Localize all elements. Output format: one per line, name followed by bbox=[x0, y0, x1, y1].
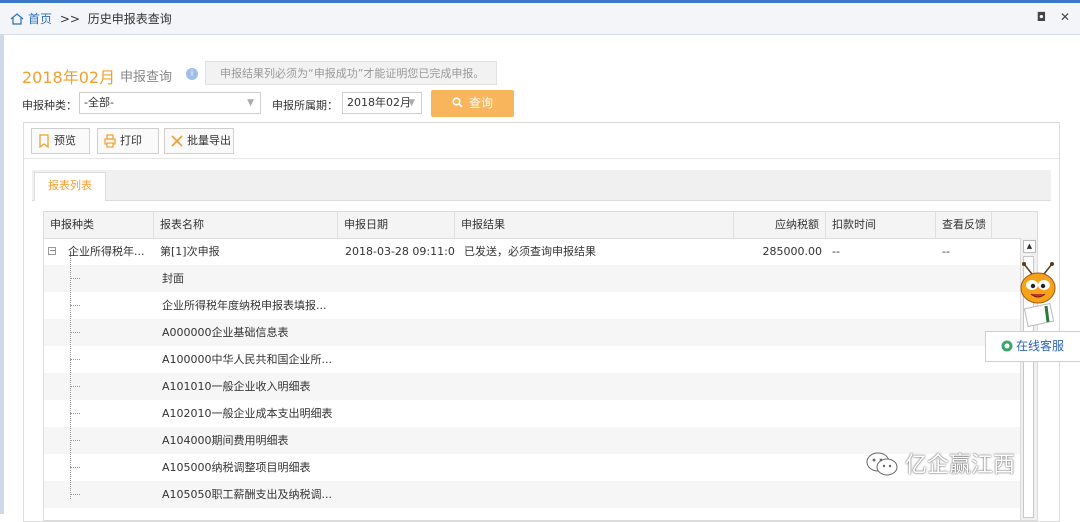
online-service-button[interactable]: 在线客服 bbox=[985, 331, 1080, 362]
table-header: 申报种类 报表名称 申报日期 申报结果 应纳税额 扣款时间 查看反馈 bbox=[44, 212, 1037, 239]
watermark: 亿企赢江西 bbox=[865, 450, 1015, 482]
filter-row: 申报种类： -全部- ▼ 申报所属期： 2018年02月 ▼ 查询 bbox=[22, 90, 1062, 117]
page-title: 申报查询 bbox=[120, 70, 173, 85]
table-row[interactable]: A101010一般企业收入明细表 bbox=[44, 373, 1021, 400]
tree-connector-line bbox=[70, 256, 71, 499]
tree-branch-line bbox=[70, 386, 80, 387]
info-icon[interactable]: i bbox=[186, 68, 198, 80]
table-row-parent[interactable]: − 企业所得税年... 第[1]次申报 2018-03-28 09:11:08 … bbox=[44, 238, 1021, 265]
tree-branch-line bbox=[70, 467, 80, 468]
column-header-type[interactable]: 申报种类 bbox=[44, 212, 154, 238]
chevron-down-icon: ▼ bbox=[408, 98, 415, 108]
batch-export-button[interactable]: 批量导出 bbox=[164, 128, 234, 154]
close-icon[interactable]: ✕ bbox=[1060, 10, 1070, 24]
cell-name: 企业所得税年度纳税申报表填报... bbox=[162, 299, 327, 312]
cell-name: A000000企业基础信息表 bbox=[162, 326, 289, 339]
breadcrumb-separator: >> bbox=[59, 12, 80, 26]
service-icon bbox=[1001, 340, 1013, 352]
preview-icon bbox=[39, 134, 49, 148]
tab-bar: 报表列表 bbox=[32, 170, 1051, 201]
declare-type-value: -全部- bbox=[84, 96, 114, 109]
period-label: 申报所属期： bbox=[272, 99, 338, 112]
breadcrumb-current: 历史申报表查询 bbox=[87, 12, 172, 26]
home-icon[interactable] bbox=[10, 13, 24, 25]
notice-tooltip: 申报结果列必须为“申报成功”才能证明您已完成申报。 bbox=[205, 61, 497, 85]
cell-deduct-time: -- bbox=[832, 245, 840, 258]
column-header-result[interactable]: 申报结果 bbox=[455, 212, 734, 238]
declare-type-select[interactable]: -全部- ▼ bbox=[79, 92, 261, 114]
tab-report-list[interactable]: 报表列表 bbox=[34, 172, 106, 201]
preview-button[interactable]: 预览 bbox=[31, 128, 90, 154]
cell-name: A105000纳税调整项目明细表 bbox=[162, 461, 311, 474]
query-button[interactable]: 查询 bbox=[431, 90, 514, 117]
mascot-ant-icon bbox=[1020, 262, 1056, 328]
cell-name: A102010一般企业成本支出明细表 bbox=[162, 407, 333, 420]
table-row[interactable]: A000000企业基础信息表 bbox=[44, 319, 1021, 346]
cell-date: 2018-03-28 09:11:08 bbox=[345, 245, 455, 258]
cell-name: A100000中华人民共和国企业所... bbox=[162, 353, 333, 366]
column-header-deduct-time[interactable]: 扣款时间 bbox=[826, 212, 936, 238]
period-value: 2018年02月 bbox=[347, 96, 411, 109]
page-period: 2018年02月 bbox=[22, 68, 116, 87]
declare-type-label: 申报种类： bbox=[22, 99, 77, 112]
cell-name: 第[1]次申报 bbox=[160, 245, 220, 258]
export-icon bbox=[171, 135, 183, 147]
search-icon bbox=[452, 97, 463, 108]
scroll-up-icon[interactable]: ▲ bbox=[1023, 240, 1036, 253]
toolbar-divider bbox=[24, 158, 1059, 159]
print-button-label: 打印 bbox=[120, 134, 142, 147]
chevron-down-icon: ▼ bbox=[247, 98, 254, 108]
query-button-label: 查询 bbox=[468, 96, 493, 110]
cell-name: A104000期间费用明细表 bbox=[162, 434, 289, 447]
tree-branch-line bbox=[70, 494, 80, 495]
cell-tax: 285000.00 bbox=[762, 245, 823, 258]
tree-branch-line bbox=[70, 413, 80, 414]
cell-feedback: -- bbox=[942, 245, 950, 258]
top-accent-strip bbox=[0, 0, 1080, 3]
cell-name: A101010一般企业收入明细表 bbox=[162, 380, 311, 393]
tree-branch-line bbox=[70, 332, 80, 333]
online-service-label: 在线客服 bbox=[1016, 339, 1065, 353]
collapse-icon[interactable]: − bbox=[48, 247, 56, 255]
watermark-text: 亿企赢江西 bbox=[905, 453, 1016, 478]
breadcrumb-bar: 首页 >> 历史申报表查询 ◘ ✕ bbox=[0, 0, 1080, 35]
window-controls: ◘ ✕ bbox=[1027, 10, 1070, 24]
wechat-icon bbox=[866, 452, 898, 476]
table-row[interactable]: A105050职工薪酬支出及纳税调... bbox=[44, 481, 1021, 508]
tree-branch-line bbox=[70, 440, 80, 441]
cell-name: A105050职工薪酬支出及纳税调... bbox=[162, 488, 333, 501]
table-row[interactable]: A102010一般企业成本支出明细表 bbox=[44, 400, 1021, 427]
column-header-date[interactable]: 申报日期 bbox=[338, 212, 455, 238]
window-left-edge bbox=[0, 34, 4, 514]
print-button[interactable]: 打印 bbox=[97, 128, 159, 154]
table-row[interactable]: 封面 bbox=[44, 265, 1021, 292]
cell-result: 已发送，必须查询申报结果 bbox=[464, 245, 596, 258]
table-row[interactable]: A100000中华人民共和国企业所... bbox=[44, 346, 1021, 373]
breadcrumb-home-link[interactable]: 首页 bbox=[28, 12, 52, 26]
breadcrumb: 首页 >> 历史申报表查询 bbox=[10, 10, 172, 27]
column-header-name[interactable]: 报表名称 bbox=[154, 212, 338, 238]
column-header-feedback[interactable]: 查看反馈 bbox=[936, 212, 992, 238]
tree-branch-line bbox=[70, 359, 80, 360]
table-row[interactable]: 企业所得税年度纳税申报表填报... bbox=[44, 292, 1021, 319]
batch-export-button-label: 批量导出 bbox=[187, 134, 231, 147]
cell-type: 企业所得税年... bbox=[68, 245, 145, 258]
tree-branch-line bbox=[70, 305, 80, 306]
restore-icon[interactable]: ◘ bbox=[1037, 10, 1047, 24]
preview-button-label: 预览 bbox=[54, 134, 76, 147]
tree-branch-line bbox=[70, 278, 80, 279]
printer-icon bbox=[104, 134, 116, 148]
period-select[interactable]: 2018年02月 ▼ bbox=[342, 92, 422, 114]
cell-name: 封面 bbox=[162, 272, 184, 285]
column-header-tax[interactable]: 应纳税额 bbox=[734, 212, 826, 238]
